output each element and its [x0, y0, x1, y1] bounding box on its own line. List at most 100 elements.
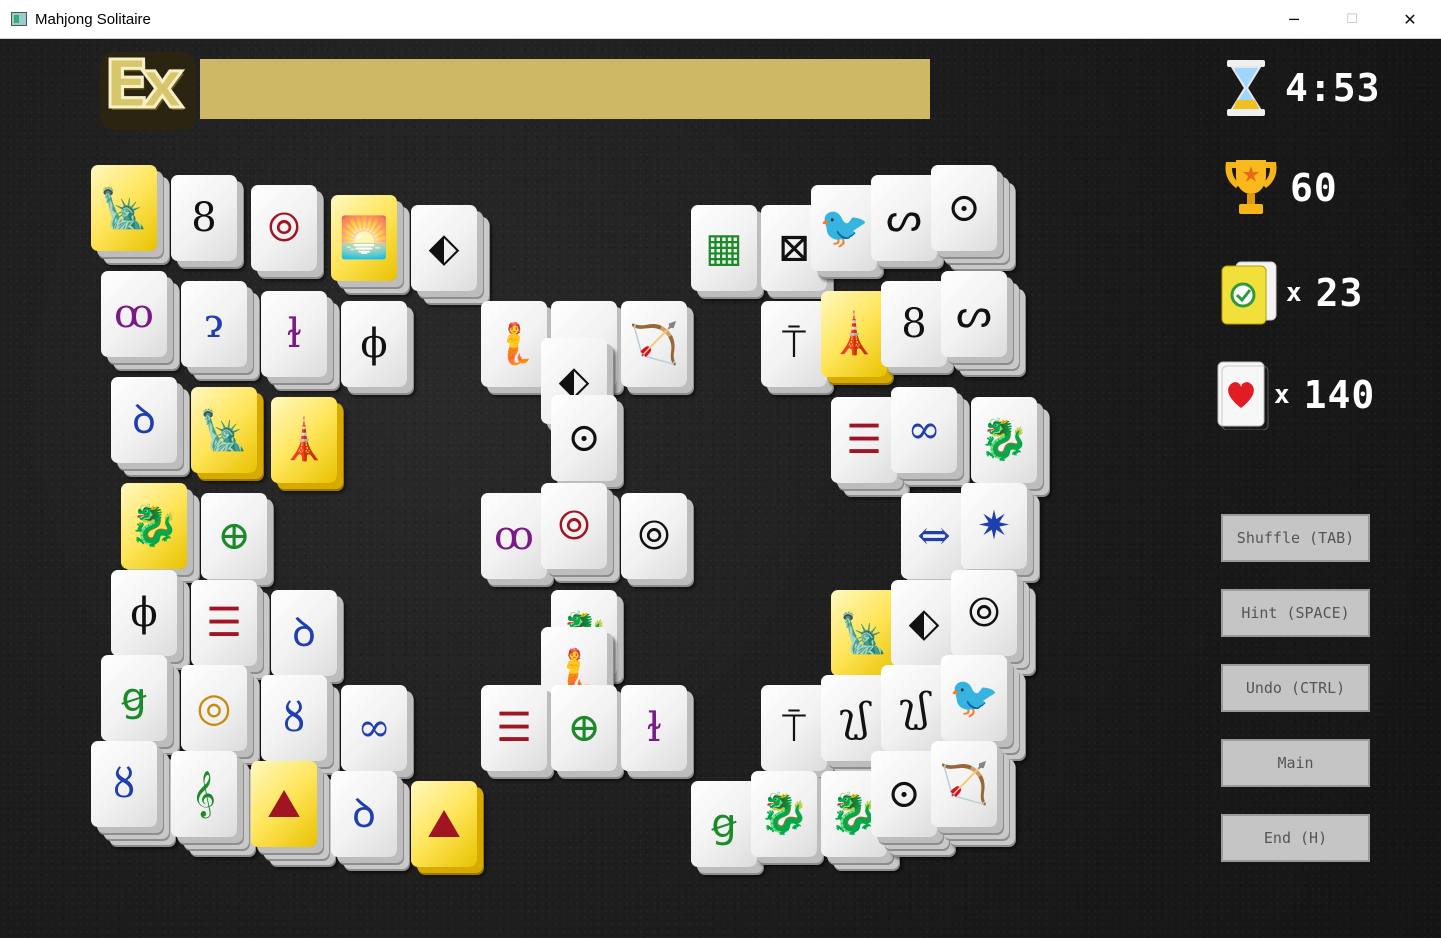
timer-value: 4:53: [1285, 66, 1381, 110]
tile-red-bars-2[interactable]: ☰: [481, 685, 547, 771]
glyph-purple-icon: ꝏ: [101, 271, 167, 357]
main-button[interactable]: Main: [1221, 739, 1370, 787]
tile-double-ring-red-2[interactable]: ⦾: [541, 483, 607, 569]
tile-bamboo-lattice[interactable]: ▦: [691, 205, 757, 291]
tile-glyph-purple-2[interactable]: ɫ: [261, 291, 327, 377]
tile-archer[interactable]: 🏹: [621, 301, 687, 387]
undo-button[interactable]: Undo (CTRL): [1221, 664, 1370, 712]
tile-sunrise-wave[interactable]: 🌅: [331, 195, 397, 281]
tile-glyph-script-2[interactable]: ᔕ: [871, 175, 937, 261]
red-bars-2-icon: ☰: [481, 685, 547, 771]
tile-glyph-blue-4[interactable]: ȣ: [261, 675, 327, 761]
tile-tower-2[interactable]: 🗼: [821, 291, 887, 377]
tile-glyph-blue-5[interactable]: ȣ: [91, 741, 157, 827]
tile-bamboo[interactable]: 𝄞: [171, 751, 237, 837]
pyramid-2-icon: ⛰: [411, 781, 477, 867]
tile-dot-circle-2[interactable]: ⊙: [931, 165, 997, 251]
end-button[interactable]: End (H): [1221, 814, 1370, 862]
triple-ring-2-icon: ⦾: [951, 570, 1017, 656]
hint-button[interactable]: Hint (SPACE): [1221, 589, 1370, 637]
tile-glyph-blue-6[interactable]: ꝺ: [331, 771, 397, 857]
tile-gold-ring[interactable]: ◎: [181, 665, 247, 751]
glyph-purple-3-icon: ꝏ: [481, 493, 547, 579]
tile-glyph-arrow-2[interactable]: ⍑: [761, 685, 827, 771]
tile-statue-of-liberty-3[interactable]: 🗽: [831, 590, 897, 676]
tile-red-bars[interactable]: ☰: [191, 580, 257, 666]
statue-of-liberty-icon: 🗽: [91, 165, 157, 251]
tile-dot-circle[interactable]: ⊙: [551, 395, 617, 481]
tile-glyph-purple-3[interactable]: ꝏ: [481, 493, 547, 579]
dragon-4-icon: 🐉: [751, 771, 817, 857]
tile-glyph-arrow[interactable]: ⍑: [761, 301, 827, 387]
tower-icon: 🗼: [271, 397, 337, 483]
glyph-script-3-icon: ᔕ: [941, 271, 1007, 357]
glyph-blue-6-icon: ꝺ: [331, 771, 397, 857]
swirl-eight-icon: 8: [171, 175, 237, 261]
tile-blue-green-arrows[interactable]: ⇔: [901, 493, 967, 579]
tile-glyph-purple-4[interactable]: ɫ: [621, 685, 687, 771]
red-bars-icon: ☰: [191, 580, 257, 666]
tile-glyph-blue-2[interactable]: ꝺ: [111, 377, 177, 463]
progress-bar: [200, 59, 930, 119]
tile-pyramid[interactable]: ⛰: [251, 761, 317, 847]
archer-icon: 🏹: [621, 301, 687, 387]
tile-statue-of-liberty-2[interactable]: 🗽: [191, 387, 257, 473]
close-button[interactable]: ✕: [1381, 0, 1439, 38]
tile-glyph-hooks[interactable]: ʅʃ: [821, 675, 887, 761]
tile-infinity-blue[interactable]: ∞: [341, 685, 407, 771]
tile-glyph-script-3[interactable]: ᔕ: [941, 271, 1007, 357]
tile-dragon-3[interactable]: 🐉: [971, 397, 1037, 483]
glyph-green-icon: ꞡ: [101, 655, 167, 741]
tile-triple-ring[interactable]: ⦾: [621, 493, 687, 579]
tile-double-ring-red[interactable]: ⦾: [251, 185, 317, 271]
glyph-hooks-icon: ʅʃ: [821, 675, 887, 761]
tile-glyph-hooks-2[interactable]: ʅʃ: [881, 665, 947, 751]
triple-ring-icon: ⦾: [621, 493, 687, 579]
swirl-eight-2-icon: 8: [881, 281, 947, 367]
maximize-button[interactable]: ☐: [1323, 0, 1381, 38]
glyph-black-icon: ϕ: [341, 301, 407, 387]
tile-infinity-blue-2[interactable]: ∞: [891, 387, 957, 473]
tile-green-circle-2[interactable]: ⊕: [551, 685, 617, 771]
infinity-blue-icon: ∞: [341, 685, 407, 771]
tile-dragon-4[interactable]: 🐉: [751, 771, 817, 857]
dot-circle-3-icon: ⊙: [871, 751, 937, 837]
heart-card-icon: [1217, 361, 1269, 430]
tile-glyph-green-2[interactable]: ꞡ: [691, 781, 757, 867]
tile-compass-star[interactable]: ✷: [961, 483, 1027, 569]
tile-glyph-green[interactable]: ꞡ: [101, 655, 167, 741]
hourglass-icon: [1227, 60, 1265, 116]
tile-swirl-eight[interactable]: 8: [171, 175, 237, 261]
glyph-blue-3-icon: ꝺ: [271, 590, 337, 676]
tile-tower[interactable]: 🗼: [271, 397, 337, 483]
tile-swirl-eight-2[interactable]: 8: [881, 281, 947, 367]
lives-multiplier: x: [1274, 380, 1290, 410]
score-value: 60: [1290, 166, 1338, 210]
tile-glyph-blue[interactable]: ɂ: [181, 281, 247, 367]
tile-statue-of-liberty[interactable]: 🗽: [91, 165, 157, 251]
matches-value: 23: [1315, 271, 1364, 315]
arrow-diamond-icon: ⬖: [411, 205, 477, 291]
glyph-arrow-icon: ⍑: [761, 301, 827, 387]
tile-glyph-purple[interactable]: ꝏ: [101, 271, 167, 357]
shuffle-button[interactable]: Shuffle (TAB): [1221, 514, 1370, 562]
minimize-button[interactable]: ─: [1265, 0, 1323, 38]
tile-glyph-black[interactable]: ϕ: [341, 301, 407, 387]
tile-mermaid[interactable]: 🧜: [481, 301, 547, 387]
tile-glyph-blue-3[interactable]: ꝺ: [271, 590, 337, 676]
tile-green-circle[interactable]: ⊕: [201, 493, 267, 579]
tile-phoenix[interactable]: 🐦: [811, 185, 877, 271]
tile-pyramid-2[interactable]: ⛰: [411, 781, 477, 867]
timer-display: 4:53: [1225, 58, 1381, 118]
tile-arrow-diamond-3[interactable]: ⬖: [891, 580, 957, 666]
tile-triple-ring-2[interactable]: ⦾: [951, 570, 1017, 656]
tile-glyph-black-2[interactable]: ϕ: [111, 570, 177, 656]
window-title: Mahjong Solitaire: [35, 11, 151, 28]
tile-red-bars-3[interactable]: ☰: [831, 397, 897, 483]
tile-phoenix-2[interactable]: 🐦: [941, 655, 1007, 741]
tile-dragon[interactable]: 🐉: [121, 483, 187, 569]
tile-archer-2[interactable]: 🏹: [931, 741, 997, 827]
tile-dot-circle-3[interactable]: ⊙: [871, 751, 937, 837]
tile-arrow-diamond[interactable]: ⬖: [411, 205, 477, 291]
glyph-blue-5-icon: ȣ: [91, 741, 157, 827]
